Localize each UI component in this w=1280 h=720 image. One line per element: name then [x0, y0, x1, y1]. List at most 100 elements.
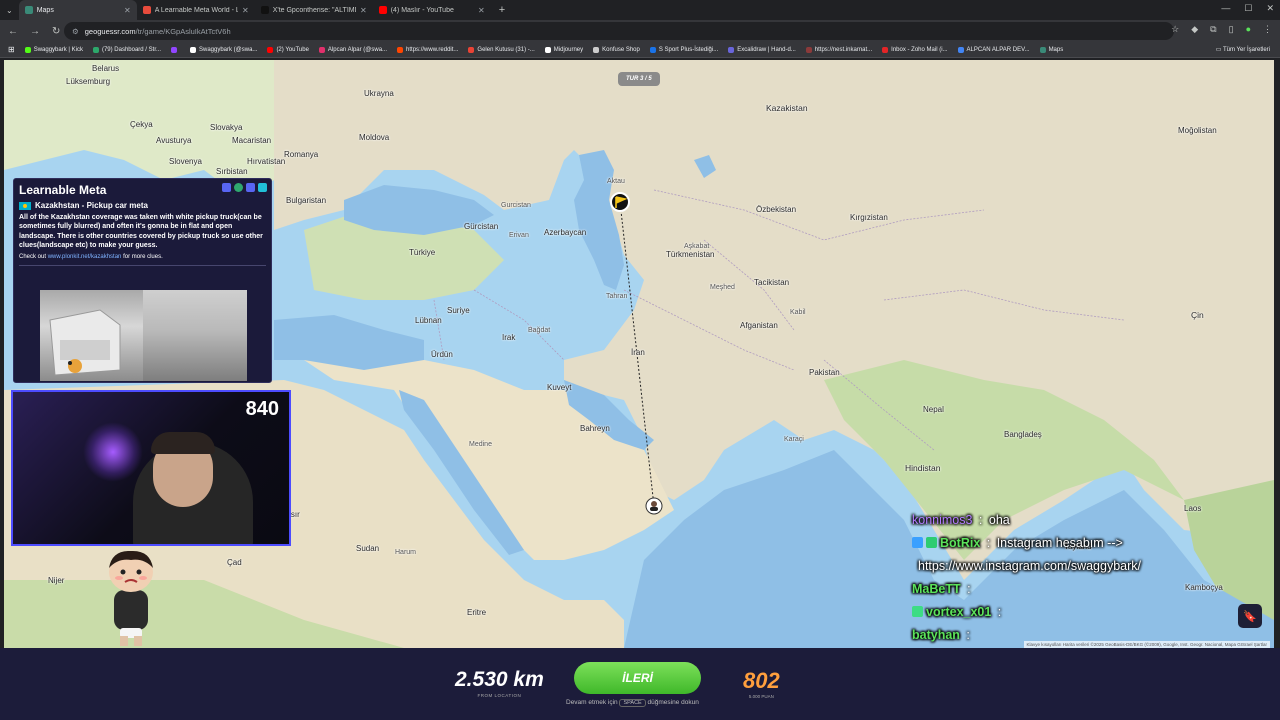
- tab-close-icon[interactable]: ✕: [360, 6, 367, 15]
- map-label: Aşkabat: [684, 243, 710, 250]
- round-counter: TUR 3 / 5: [618, 72, 660, 86]
- bookmark-favicon-icon: [267, 46, 274, 53]
- next-button[interactable]: İLERİ: [574, 662, 701, 694]
- bookmark-item[interactable]: Swaggybark | Kick: [24, 46, 83, 53]
- back-icon[interactable]: ←: [8, 26, 18, 37]
- chat-username[interactable]: vortex_x01: [926, 605, 991, 619]
- site-info-icon[interactable]: ⚙: [72, 27, 79, 36]
- notes-icon[interactable]: [222, 183, 231, 192]
- bookmark-item[interactable]: Excalidraw | Hand-d...: [728, 46, 796, 53]
- bookmark-item[interactable]: Inbox - Zoho Mail (i...: [882, 46, 948, 53]
- chat-message: batyhan :: [912, 623, 1272, 646]
- chrome-menu-icon[interactable]: ⋮: [1263, 24, 1272, 35]
- bookmark-item[interactable]: https://www.reddit...: [397, 46, 459, 53]
- map-label: Bulgaristan: [286, 196, 327, 205]
- map-label: Slovenya: [169, 157, 202, 166]
- reload-icon[interactable]: ↻: [52, 26, 60, 37]
- address-bar[interactable]: ⚙ geoguessr.com/tr/game/KGpAsluIkAtTctV6…: [64, 22, 1174, 40]
- forward-icon[interactable]: →: [30, 26, 40, 37]
- chat-username[interactable]: batyhan: [912, 628, 960, 642]
- extensions-puzzle-icon[interactable]: ⧉: [1210, 24, 1216, 35]
- bookmark-label: Swaggybark (@swa...: [198, 46, 258, 53]
- tab-close-icon[interactable]: ✕: [242, 6, 249, 15]
- extension-icon[interactable]: ◆: [1191, 24, 1198, 35]
- window-controls: — ☐ ✕: [1221, 3, 1274, 14]
- tab-title: A Learnable Meta World - L: [154, 6, 238, 14]
- bookmark-item[interactable]: Konfuse Shop: [593, 46, 640, 53]
- browser-tab[interactable]: X'te Gpcontherise: "ALTIMDA Y... ✕: [255, 0, 373, 20]
- map-label: Slovakya: [210, 123, 243, 132]
- expand-icon[interactable]: [258, 183, 267, 192]
- discord-icon[interactable]: [246, 183, 255, 192]
- browser-tab[interactable]: Maps ✕: [18, 0, 137, 20]
- bookmark-favicon-icon: [593, 46, 600, 53]
- meta-check-line: Check out www.plonkit.net/kazakhstan for…: [19, 253, 163, 260]
- bookmark-item[interactable]: S Sport Plus-İstediği...: [649, 46, 718, 53]
- chat-username[interactable]: MaBeTT: [912, 582, 961, 596]
- url-path: /tr/game/KGpAsluIkAtTctV6h: [135, 26, 231, 36]
- meta-description: All of the Kazakhstan coverage was taken…: [19, 214, 263, 250]
- map-label: Macaristan: [232, 136, 272, 145]
- bookmark-favicon-icon: [189, 46, 196, 53]
- close-window-icon[interactable]: ✕: [1266, 3, 1274, 14]
- apps-grid-icon[interactable]: ⊞: [8, 45, 15, 54]
- chat-username[interactable]: konnimos3: [912, 513, 972, 527]
- bookmark-item[interactable]: [170, 46, 180, 53]
- chat-text: oha: [988, 512, 1010, 527]
- bookmark-favicon-icon: [397, 46, 404, 53]
- bookmark-star-icon[interactable]: ☆: [1171, 24, 1179, 35]
- map-label: Bağdat: [528, 327, 551, 334]
- maximize-icon[interactable]: ☐: [1244, 3, 1252, 14]
- minimize-icon[interactable]: —: [1221, 3, 1230, 14]
- bookmark-item[interactable]: Maps: [1039, 46, 1063, 53]
- map-label: Medine: [469, 441, 492, 448]
- bookmark-item[interactable]: https://nest.inkarnat...: [805, 46, 872, 53]
- bookmark-favicon-icon: [649, 46, 656, 53]
- bookmark-favicon-icon: [805, 46, 812, 53]
- globe-icon[interactable]: [234, 183, 243, 192]
- tab-close-icon[interactable]: ✕: [478, 6, 485, 15]
- map-label: Hindistan: [905, 463, 941, 473]
- bookmark-favicon-icon: [318, 46, 325, 53]
- bookmark-favicon-icon: [24, 46, 31, 53]
- chat-username[interactable]: BotRix: [940, 536, 980, 550]
- url-host: geoguessr.com: [84, 26, 136, 36]
- chat-text: https://www.instagram.com/swaggybark/: [918, 558, 1141, 573]
- map-label: Nijer: [48, 576, 65, 585]
- points-result: 802 5.000 PUAN: [743, 668, 780, 699]
- map-label: Lüksemburg: [66, 77, 111, 86]
- browser-tab[interactable]: (4) Maslır - YouTube ✕: [373, 0, 491, 20]
- all-bookmarks-button[interactable]: ▭ Tüm Yer İşaretleri: [1216, 46, 1270, 53]
- plonkit-link[interactable]: www.plonkit.net/kazakhstan: [48, 254, 122, 260]
- map-label: Ukrayna: [364, 89, 394, 98]
- bookmark-item[interactable]: Midjourney: [544, 46, 583, 53]
- bookmark-list: Swaggybark | Kick (79) Dashboard / Str...…: [24, 46, 1063, 53]
- tab-close-icon[interactable]: ✕: [124, 6, 131, 15]
- bookmark-item[interactable]: (2) YouTube: [267, 46, 309, 53]
- bookmark-item[interactable]: Alpcan Alpar (@swa...: [318, 46, 387, 53]
- map-label: Gurcistan: [501, 202, 531, 209]
- new-tab-button[interactable]: +: [491, 4, 513, 16]
- sidepanel-icon[interactable]: ▯: [1229, 24, 1234, 35]
- map-label: Sırbistan: [216, 167, 248, 176]
- tab-list: Maps ✕ A Learnable Meta World - L ✕ X'te Gpc…: [18, 0, 491, 20]
- bookmark-label: ALPCAN ALPAR DEV...: [966, 46, 1030, 53]
- map-label: Irak: [502, 333, 516, 342]
- bookmark-item[interactable]: Swaggybark (@swa...: [189, 46, 258, 53]
- map-label: Çad: [227, 558, 242, 567]
- bookmark-favicon-icon: [728, 46, 735, 53]
- browser-tab[interactable]: A Learnable Meta World - L ✕: [137, 0, 255, 20]
- cartoon-avatar: [109, 550, 153, 646]
- bookmark-item[interactable]: ALPCAN ALPAR DEV...: [957, 46, 1030, 53]
- bookmark-label: https://www.reddit...: [406, 46, 459, 53]
- map-label: Belarus: [92, 64, 120, 73]
- kazakhstan-flag-icon: [19, 201, 31, 210]
- chat-message: BotRix : Instagram hesabım -->: [912, 531, 1272, 554]
- bookmark-item[interactable]: (79) Dashboard / Str...: [92, 46, 161, 53]
- tab-search-icon[interactable]: ⌄: [0, 6, 19, 15]
- folder-icon: ▭: [1215, 47, 1222, 53]
- map-label: Moldova: [359, 133, 390, 142]
- bookmark-favicon-icon: [544, 46, 551, 53]
- profile-avatar-icon[interactable]: ●: [1246, 24, 1251, 35]
- bookmark-item[interactable]: Gelen Kutusu (31) -...: [468, 46, 535, 53]
